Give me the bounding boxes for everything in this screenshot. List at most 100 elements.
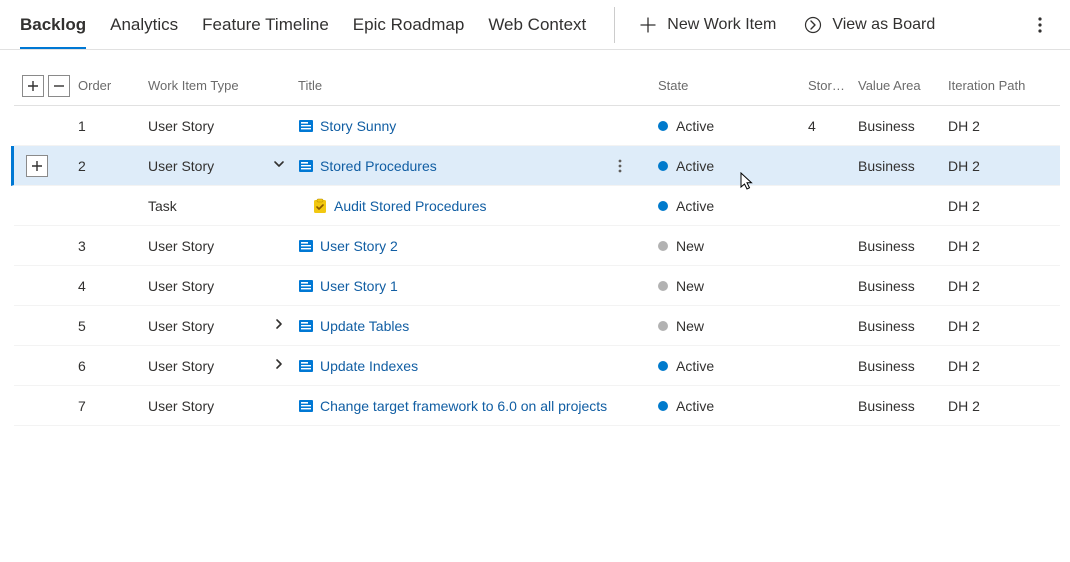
work-item-link[interactable]: Update Indexes — [320, 358, 418, 374]
cell-title: Change target framework to 6.0 on all pr… — [294, 398, 614, 414]
nav-tab[interactable]: Backlog — [20, 0, 86, 49]
backlog-grid: Order Work Item Type Title State Story… … — [0, 50, 1070, 426]
cell-story-points: 4 — [804, 118, 854, 134]
work-item-link[interactable]: Story Sunny — [320, 118, 396, 134]
col-story[interactable]: Story… — [804, 78, 854, 93]
user-story-icon — [298, 398, 314, 414]
view-as-board-button[interactable]: View as Board — [804, 16, 935, 34]
expand-toggle[interactable] — [264, 357, 294, 374]
state-dot-icon — [658, 281, 668, 291]
col-type[interactable]: Work Item Type — [144, 78, 264, 93]
cell-order: 3 — [74, 238, 144, 254]
cell-title: Update Tables — [294, 318, 614, 334]
backlog-row[interactable]: 3User StoryUser Story 2NewBusinessDH 2 — [14, 226, 1060, 266]
expand-toggle[interactable] — [264, 317, 294, 334]
user-story-icon — [298, 238, 314, 254]
work-item-link[interactable]: Audit Stored Procedures — [334, 198, 487, 214]
state-dot-icon — [658, 121, 668, 131]
col-value-area[interactable]: Value Area — [854, 78, 944, 93]
state-label: Active — [676, 158, 714, 174]
state-label: New — [676, 238, 704, 254]
collapse-all-button[interactable] — [48, 75, 70, 97]
plus-icon — [27, 80, 39, 92]
plus-icon — [31, 160, 43, 172]
cell-title: Update Indexes — [294, 358, 614, 374]
cell-state: Active — [654, 198, 804, 214]
expand-toggle[interactable] — [264, 157, 294, 174]
cell-state: New — [654, 278, 804, 294]
cell-value-area: Business — [854, 318, 944, 334]
nav-tab[interactable]: Feature Timeline — [202, 0, 329, 49]
cell-iteration: DH 2 — [944, 198, 1044, 214]
user-story-icon — [298, 158, 314, 174]
backlog-row[interactable]: 5User StoryUpdate TablesNewBusinessDH 2 — [14, 306, 1060, 346]
new-work-item-button[interactable]: New Work Item — [639, 16, 776, 34]
grid-header-row: Order Work Item Type Title State Story… … — [14, 66, 1060, 106]
row-context-menu[interactable] — [614, 159, 654, 173]
minus-icon — [53, 80, 65, 92]
chevron-right-icon — [272, 317, 286, 331]
cell-value-area: Business — [854, 278, 944, 294]
state-label: New — [676, 318, 704, 334]
backlog-row[interactable]: 6User Story Update Indexes Active BusinessD… — [14, 346, 1060, 386]
user-story-icon — [298, 358, 314, 374]
work-item-link[interactable]: User Story 1 — [320, 278, 398, 294]
state-dot-icon — [658, 241, 668, 251]
cell-title: User Story 1 — [294, 278, 614, 294]
user-story-icon — [298, 278, 314, 294]
cell-type: Task — [144, 198, 264, 214]
backlog-row[interactable]: 7User StoryChange target framework to 6.… — [14, 386, 1060, 426]
cell-order: 4 — [74, 278, 144, 294]
user-story-icon — [298, 318, 314, 334]
header-expand-controls — [14, 75, 74, 97]
state-dot-icon — [658, 401, 668, 411]
cell-type: User Story — [144, 158, 264, 174]
add-child-button[interactable] — [26, 155, 48, 177]
work-item-link[interactable]: Update Tables — [320, 318, 409, 334]
col-iteration[interactable]: Iteration Path — [944, 78, 1044, 93]
backlog-row[interactable]: 1User StoryStory SunnyActive4BusinessDH … — [14, 106, 1060, 146]
cell-title: User Story 2 — [294, 238, 614, 254]
work-item-link[interactable]: User Story 2 — [320, 238, 398, 254]
nav-tab[interactable]: Epic Roadmap — [353, 0, 465, 49]
vertical-dots-icon — [618, 159, 622, 173]
cell-value-area: Business — [854, 398, 944, 414]
cell-iteration: DH 2 — [944, 278, 1044, 294]
cell-value-area: Business — [854, 158, 944, 174]
task-icon — [312, 198, 328, 214]
cell-title: Story Sunny — [294, 118, 614, 134]
cell-title: Audit Stored Procedures — [294, 198, 614, 214]
cell-order: 1 — [74, 118, 144, 134]
col-order[interactable]: Order — [74, 78, 144, 93]
nav-tab[interactable]: Web Context — [488, 0, 586, 49]
expand-all-button[interactable] — [22, 75, 44, 97]
cell-title: Stored Procedures — [294, 158, 614, 174]
cell-value-area: Business — [854, 358, 944, 374]
cell-state: Active — [654, 358, 804, 374]
view-as-board-label: View as Board — [832, 16, 935, 34]
cell-order: 6 — [74, 358, 144, 374]
backlog-row[interactable]: 2User StoryStored ProceduresActiveBusine… — [11, 146, 1060, 186]
cell-iteration: DH 2 — [944, 398, 1044, 414]
toolbar-overflow-button[interactable] — [1030, 13, 1050, 37]
cell-type: User Story — [144, 278, 264, 294]
state-label: New — [676, 278, 704, 294]
top-toolbar: Backlog Analytics Feature Timeline Epic Roa… — [0, 0, 1070, 50]
cell-type: User Story — [144, 358, 264, 374]
cell-iteration: DH 2 — [944, 318, 1044, 334]
col-state[interactable]: State — [654, 78, 804, 93]
backlog-row[interactable]: 4User Story User Story 1 New BusinessDH 2 — [14, 266, 1060, 306]
new-work-item-label: New Work Item — [667, 16, 776, 34]
work-item-link[interactable]: Stored Procedures — [320, 158, 437, 174]
state-label: Active — [676, 198, 714, 214]
nav-tab[interactable]: Analytics — [110, 0, 178, 49]
cell-type: User Story — [144, 118, 264, 134]
chevron-right-icon — [272, 357, 286, 371]
state-label: Active — [676, 398, 714, 414]
user-story-icon — [298, 118, 314, 134]
col-title[interactable]: Title — [294, 78, 614, 93]
cell-state: Active — [654, 398, 804, 414]
work-item-link[interactable]: Change target framework to 6.0 on all pr… — [320, 398, 607, 414]
backlog-row[interactable]: Task Audit Stored Procedures Active DH 2 — [14, 186, 1060, 226]
cell-iteration: DH 2 — [944, 358, 1044, 374]
